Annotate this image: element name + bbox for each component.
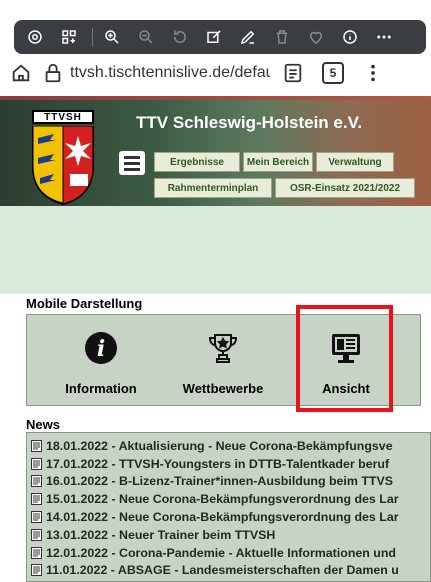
header-stripe xyxy=(0,96,431,100)
more-horizontal-icon[interactable] xyxy=(371,24,397,50)
site-title: TTV Schleswig-Holstein e.V. xyxy=(136,113,363,132)
tab-count-button[interactable]: 5 xyxy=(322,62,344,84)
crest-label: TTVSH xyxy=(32,110,94,124)
news-list: 18.01.2022 - Aktualisierung - Neue Coron… xyxy=(26,432,431,582)
svg-text:i: i xyxy=(97,336,105,362)
crest-logo[interactable]: TTVSH xyxy=(30,110,96,206)
url-field[interactable]: ttvsh.tischtennislive.de/default.a xyxy=(70,64,270,82)
news-item[interactable]: 14.01.2022 - Neue Corona-Bekämpfungsvero… xyxy=(27,508,430,526)
document-icon xyxy=(31,475,42,488)
document-icon xyxy=(31,528,42,541)
tile-label-wettbewerbe: Wettbewerbe xyxy=(182,381,264,396)
info-outline-icon[interactable] xyxy=(337,24,363,50)
nav-row-secondary: Rahmenterminplan OSR-Einsatz 2021/2022 xyxy=(154,178,418,198)
tile-label-information: Information xyxy=(65,381,137,396)
trash-icon[interactable] xyxy=(269,24,295,50)
news-item[interactable]: 16.01.2022 - B-Lizenz-Trainer*innen-Ausb… xyxy=(27,473,430,491)
zoom-out-icon[interactable] xyxy=(133,24,159,50)
nav-ergebnisse[interactable]: Ergebnisse xyxy=(154,152,240,172)
nav-mein-bereich[interactable]: Mein Bereich xyxy=(243,152,313,172)
tile-information[interactable]: i Information xyxy=(51,315,151,407)
news-item[interactable]: 15.01.2022 - Neue Corona-Bekämpfungsvero… xyxy=(27,490,430,508)
zoom-in-icon[interactable] xyxy=(99,24,125,50)
nav-row-primary: Ergebnisse Mein Bereich Verwaltung xyxy=(154,152,397,172)
news-item[interactable]: 17.01.2022 - TTVSH-Youngsters in DTTB-Ta… xyxy=(27,455,430,473)
toolbar-divider xyxy=(92,28,93,46)
screenshot-icon[interactable] xyxy=(22,24,48,50)
nav-verwaltung[interactable]: Verwaltung xyxy=(316,152,394,172)
news-item[interactable]: 13.01.2022 - Neuer Trainer beim TTVSH xyxy=(27,526,430,544)
document-icon xyxy=(31,439,42,452)
browser-address-bar: ttvsh.tischtennislive.de/default.a 5 xyxy=(0,54,431,92)
document-icon xyxy=(31,457,42,470)
floating-toolbar xyxy=(14,20,426,54)
edit-icon[interactable] xyxy=(201,24,227,50)
hamburger-menu-icon[interactable] xyxy=(119,151,145,175)
home-icon[interactable] xyxy=(10,61,34,85)
news-item-text: 11.01.2022 - ABSAGE - Landesmeisterschaf… xyxy=(46,563,399,578)
info-icon: i xyxy=(84,331,118,365)
news-section-title: News xyxy=(26,417,60,432)
pen-icon[interactable] xyxy=(235,24,261,50)
nav-rahmenterminplan[interactable]: Rahmenterminplan xyxy=(154,178,272,198)
content-spacer-band xyxy=(0,206,431,294)
news-item[interactable]: 11.01.2022 - ABSAGE - Landesmeisterschaf… xyxy=(27,562,430,580)
heart-icon[interactable] xyxy=(303,24,329,50)
tile-wettbewerbe[interactable]: Wettbewerbe xyxy=(173,315,273,407)
site-header-banner: TTVSH TTV Schleswig-Holstein e.V. Ergebn… xyxy=(0,96,431,206)
lock-icon[interactable] xyxy=(42,62,64,84)
news-item-text: 12.01.2022 - Corona-Pandemie - Aktuelle … xyxy=(46,545,396,560)
news-item[interactable]: 18.01.2022 - Aktualisierung - Neue Coron… xyxy=(27,437,430,455)
mobile-section-title: Mobile Darstellung xyxy=(26,296,143,311)
document-icon xyxy=(31,564,42,577)
news-item-text: 14.01.2022 - Neue Corona-Bekämpfungsvero… xyxy=(46,510,399,525)
news-item[interactable]: 12.01.2022 - Corona-Pandemie - Aktuelle … xyxy=(27,544,430,562)
news-item-text: 18.01.2022 - Aktualisierung - Neue Coron… xyxy=(46,438,393,453)
nav-osr-einsatz[interactable]: OSR-Einsatz 2021/2022 xyxy=(275,178,415,198)
more-vertical-icon[interactable] xyxy=(362,61,384,85)
news-item-text: 15.01.2022 - Neue Corona-Bekämpfungsvero… xyxy=(46,492,399,507)
document-icon xyxy=(31,493,42,506)
highlight-annotation-box xyxy=(296,305,393,412)
news-item-text: 13.01.2022 - Neuer Trainer beim TTVSH xyxy=(46,527,276,542)
document-icon xyxy=(31,511,42,524)
reader-mode-icon[interactable] xyxy=(282,62,304,84)
grid-icon[interactable] xyxy=(56,24,82,50)
news-item-text: 17.01.2022 - TTVSH-Youngsters in DTTB-Ta… xyxy=(46,456,390,471)
news-item-text: 16.01.2022 - B-Lizenz-Trainer*innen-Ausb… xyxy=(46,474,394,489)
rotate-icon[interactable] xyxy=(167,24,193,50)
document-icon xyxy=(31,546,42,559)
trophy-icon xyxy=(206,331,240,365)
